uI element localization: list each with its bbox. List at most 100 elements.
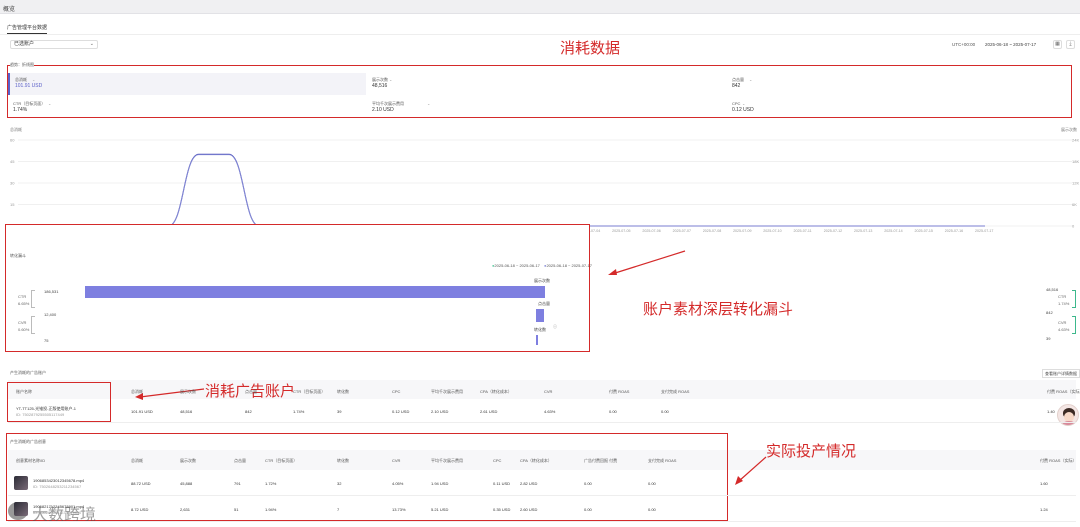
funnel-rate-value-right: 4.63% [1058,327,1070,332]
account-select[interactable]: 已选账户 ⌄ [10,40,98,49]
x-tick-label: 2025-07-12 [824,229,842,233]
x-tick-label: 2025-07-13 [854,229,872,233]
table-header-cell: 点击量 [234,458,246,463]
table-cell: 8.72 USD [131,507,149,512]
funnel-title: 转化漏斗 [10,253,26,258]
download-icon[interactable]: ⤓ [1066,40,1075,49]
table-cell: 48,516 [180,409,193,414]
y-tick-left: 15 [10,202,15,207]
table-cell: 13.73% [392,507,406,512]
metric-label: CPC [732,101,741,106]
table-cell: 0.00 [661,409,669,414]
funnel-rate-name-left: CVR [18,320,27,325]
metric-value: 101.91 USD [15,83,43,89]
accounts-title: 产生消耗的广告账户 [10,370,46,375]
metric-card-1[interactable]: 展示次数 ⌄ 48,516 [367,73,725,95]
table-header-cell: 总消耗 [131,389,143,394]
table-header-cell: CPC [493,458,502,463]
annotation-actual: 实际投产情况 [766,442,857,460]
timezone-label: UTC+00:00 [952,42,976,47]
table-cell: 2,631 [180,507,191,512]
metric-card-3[interactable]: CTR（目标页面） ⌄ 1.74% [8,97,366,115]
funnel-bar [536,309,544,322]
funnel-value-left: 75 [44,338,49,343]
table-cell: 0.35 USD [493,507,511,512]
annotation-funnel: 账户素材深层转化漏斗 [643,300,794,318]
metric-card-0[interactable]: 总消耗 ⌄ 101.91 USD [8,73,366,95]
funnel-rate-value-left: 0.60% [18,327,30,332]
table-header-cell: 付费 ROAS [609,389,630,394]
creative-id: ID: 7502649011234567890 [33,510,82,515]
funnel-legend: ●2025-06-18 ~ 2025-06-17 ●2025-06-18 ~ 2… [492,263,592,268]
table-row[interactable] [8,470,1076,496]
y-tick-left: 45 [10,159,15,164]
table-header-cell: 账户名称 [16,389,32,394]
x-tick-label: 2025-07-15 [915,229,933,233]
x-tick-label: 2025-07-14 [884,229,902,233]
calendar-icon[interactable]: ▦ [1053,40,1062,49]
table-row[interactable] [8,399,1076,423]
table-cell: 4.63% [544,409,556,414]
table-header-cell: CPA（转化成本） [520,458,552,463]
table-cell: 32 [337,481,342,486]
table-header-cell: CVR [544,389,553,394]
creative-name[interactable]: 1906853423012345678.mp4 [33,478,84,483]
chevron-down-icon: ⌄ [32,77,36,82]
table-cell: 1.94% [265,507,277,512]
y-tick-left: 60 [10,138,15,143]
annotation-consume-data: 消耗数据 [560,39,621,57]
metric-label: 展示次数 [372,77,388,82]
table-cell: 1.72% [265,481,277,486]
x-tick-label: 2025-07-08 [703,229,721,233]
funnel-rate-value-right: 1.74% [1058,301,1070,306]
metric-value: 2.10 USD [372,107,394,113]
metric-label: 总消耗 [15,77,27,82]
table-cell: 0.11 USD [493,481,511,486]
funnel-value-right: 842 [1046,310,1053,315]
tab-ad-platform-data[interactable]: 广告管理平台数据 [7,24,48,34]
metric-card-5[interactable]: CPC ⌄ 0.12 USD [727,97,1080,115]
chevron-down-icon: ⌄ [389,77,393,82]
table-header-cell: 转化数 [337,458,349,463]
table-cell: 0.00 [584,507,592,512]
table-header-cell: 展示次数 [180,458,196,463]
table-header-cell: CTR（目标页面） [293,389,326,394]
chevron-down-icon: ⌄ [749,77,753,82]
video-thumbnail [14,502,28,516]
account-details-button[interactable]: 查看账户详情数据 [1042,369,1080,378]
metric-card-4[interactable]: 平均千次展示费用 ⌄ 2.10 USD [367,97,725,115]
trend-title: 趋势：折线图 [10,62,34,67]
y-tick-right: 12K [1072,181,1079,186]
table-cell: 2.60 USD [520,507,538,512]
table-row[interactable] [8,496,1076,522]
table-cell: 0.00 [648,507,656,512]
metric-card-2[interactable]: 点击量 ⌄ 842 [727,73,1080,95]
creative-name[interactable]: 1906821712345678901.mp4 [33,504,84,509]
funnel-bar [536,335,538,345]
x-tick-label: 2025-07-17 [975,229,993,233]
funnel-bracket-left [31,316,35,334]
table-header-cell: 支付完成 ROAS [661,389,690,394]
funnel-bracket-right [1072,290,1076,308]
funnel-rate-name-right: CTR [1058,294,1067,299]
table-cell: 7 [337,507,340,512]
table-header-cell: CPC [392,389,401,394]
chevron-down-icon: ⌄ [427,101,431,106]
divider [0,34,1080,35]
funnel-bar [85,286,545,298]
funnel-value-right: 48,516 [1046,287,1059,292]
date-range-value: 2025-06-18 ~ 2025-07-17 [985,42,1037,47]
table-header-cell: 总消耗 [131,458,143,463]
funnel-stage-label: 点击量 [538,301,550,306]
metric-value: 842 [732,83,741,89]
creative-id: ID: 7502648253211234567 [33,484,82,489]
video-thumbnail [14,476,28,490]
date-range-picker[interactable]: 2025-06-18 ~ 2025-07-17 [985,40,1050,49]
funnel-rate-name-left: CTR [18,294,27,299]
table-cell: 88.72 USD [131,481,151,486]
x-tick-label: 2025-07-05 [612,229,630,233]
metric-value: 48,516 [372,83,388,89]
account-select-value: 已选账户 [14,41,35,47]
funnel-legend-2: 2025-06-18 ~ 2025-07-17 [546,263,592,268]
top-bar: 概览 [0,0,1080,14]
